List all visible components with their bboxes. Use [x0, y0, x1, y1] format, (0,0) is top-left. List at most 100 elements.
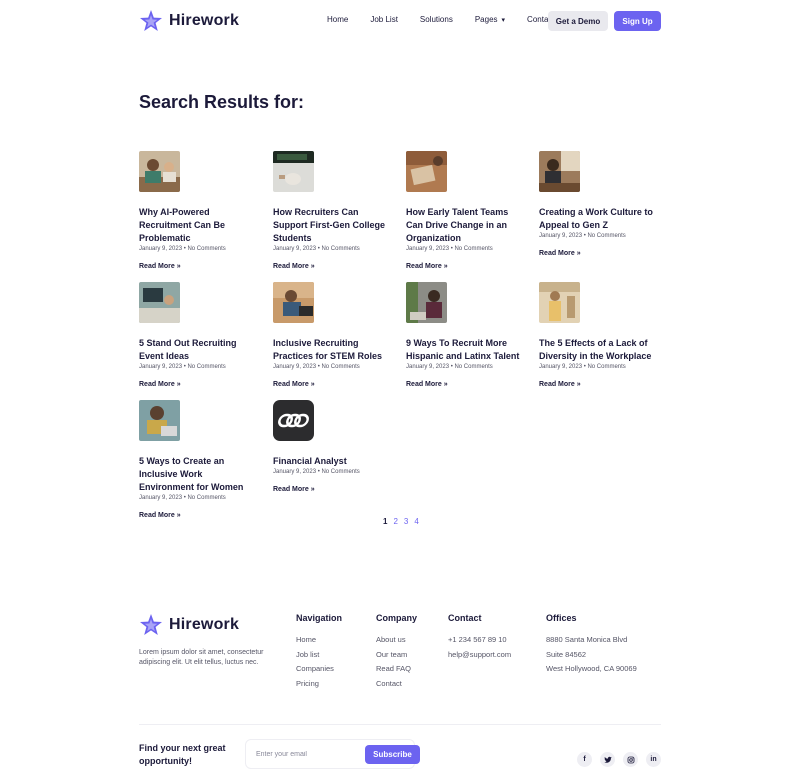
- footer-link-pricing[interactable]: Pricing: [296, 677, 342, 692]
- brand-name: Hirework: [169, 12, 240, 29]
- read-more-link[interactable]: Read More »: [539, 381, 581, 388]
- footer-logo[interactable]: Hirework: [139, 613, 239, 637]
- nav-solutions[interactable]: Solutions: [420, 15, 453, 24]
- nav-pages[interactable]: Pages ▾: [475, 15, 505, 24]
- facebook-icon[interactable]: f: [577, 752, 592, 767]
- result-title[interactable]: Why AI-Powered Recruitment Can Be Proble…: [139, 206, 259, 245]
- result-card: The 5 Effects of a Lack of Diversity in …: [539, 282, 659, 391]
- result-meta: January 9, 2023 • No Comments: [539, 233, 626, 239]
- get-demo-button[interactable]: Get a Demo: [548, 11, 608, 31]
- result-title[interactable]: Financial Analyst: [273, 455, 393, 468]
- social-links: f in: [577, 752, 661, 767]
- result-meta: January 9, 2023 • No Comments: [406, 246, 493, 252]
- page-3[interactable]: 3: [404, 517, 408, 526]
- pagination: 1 2 3 4: [383, 517, 419, 526]
- result-meta: January 9, 2023 • No Comments: [273, 469, 360, 475]
- twitter-icon[interactable]: [600, 752, 615, 767]
- workspace-photo-thumbnail[interactable]: [139, 282, 180, 323]
- brand-logo[interactable]: Hirework: [139, 9, 239, 33]
- office-photo-thumbnail[interactable]: [539, 151, 580, 192]
- result-meta: January 9, 2023 • No Comments: [139, 364, 226, 370]
- footer-offices: Offices 8880 Santa Monica Blvd Suite 845…: [546, 613, 637, 677]
- footer-divider: [139, 724, 661, 725]
- result-meta: January 9, 2023 • No Comments: [139, 246, 226, 252]
- star-logo-icon: [140, 10, 162, 31]
- footer-link-about-us[interactable]: About us: [376, 633, 417, 648]
- result-meta: January 9, 2023 • No Comments: [139, 495, 226, 501]
- result-card: Inclusive Recruiting Practices for STEM …: [273, 282, 393, 391]
- engineer-photo-thumbnail[interactable]: [273, 282, 314, 323]
- read-more-link[interactable]: Read More »: [139, 263, 181, 270]
- result-title[interactable]: 9 Ways To Recruit More Hispanic and Lati…: [406, 337, 526, 363]
- laptop-photo-thumbnail[interactable]: [273, 151, 314, 192]
- desk-photo-thumbnail[interactable]: [406, 151, 447, 192]
- kitchen-photo-thumbnail[interactable]: [539, 282, 580, 323]
- meeting-photo-thumbnail[interactable]: [406, 282, 447, 323]
- read-more-link[interactable]: Read More »: [273, 486, 315, 493]
- result-card: How Recruiters Can Support First-Gen Col…: [273, 151, 393, 273]
- nav-home[interactable]: Home: [327, 15, 348, 24]
- footer-email[interactable]: help@support.com: [448, 648, 511, 663]
- result-title[interactable]: 5 Stand Out Recruiting Event Ideas: [139, 337, 259, 363]
- main-nav: Home Job List Solutions Pages ▾ Contact: [327, 15, 577, 24]
- sign-up-button[interactable]: Sign Up: [614, 11, 661, 31]
- result-card: Financial Analyst January 9, 2023 • No C…: [273, 400, 393, 496]
- result-card: Why AI-Powered Recruitment Can Be Proble…: [139, 151, 259, 273]
- linkedin-icon[interactable]: in: [646, 752, 661, 767]
- office-address-line: Suite 84562: [546, 649, 587, 659]
- result-card: Creating a Work Culture to Appeal to Gen…: [539, 151, 659, 260]
- site-header: Hirework Home Job List Solutions Pages ▾…: [0, 0, 800, 42]
- office-address-line: 8880 Santa Monica Blvd: [546, 635, 628, 644]
- read-more-link[interactable]: Read More »: [406, 263, 448, 270]
- page-2[interactable]: 2: [393, 517, 397, 526]
- people-photo-thumbnail[interactable]: [139, 151, 180, 192]
- result-card: 5 Stand Out Recruiting Event Ideas Janua…: [139, 282, 259, 391]
- result-meta: January 9, 2023 • No Comments: [539, 364, 626, 370]
- footer-link-our-team[interactable]: Our team: [376, 648, 417, 663]
- brand-name: Hirework: [169, 616, 240, 633]
- subscribe-button[interactable]: Subscribe: [365, 745, 420, 764]
- page-4[interactable]: 4: [414, 517, 418, 526]
- result-card: 9 Ways To Recruit More Hispanic and Lati…: [406, 282, 526, 391]
- instagram-icon[interactable]: [623, 752, 638, 767]
- nav-job-list[interactable]: Job List: [370, 15, 398, 24]
- footer-link-companies[interactable]: Companies: [296, 662, 342, 677]
- footer-navigation: Navigation Home Job list Companies Prici…: [296, 613, 342, 692]
- footer-link-faq[interactable]: Read FAQ: [376, 662, 417, 677]
- page-1[interactable]: 1: [383, 517, 387, 526]
- footer-phone[interactable]: +1 234 567 89 10: [448, 633, 511, 648]
- read-more-link[interactable]: Read More »: [539, 250, 581, 257]
- result-meta: January 9, 2023 • No Comments: [406, 364, 493, 370]
- footer-heading: Contact: [448, 613, 482, 623]
- result-meta: January 9, 2023 • No Comments: [273, 364, 360, 370]
- read-more-link[interactable]: Read More »: [273, 263, 315, 270]
- result-card: 5 Ways to Create an Inclusive Work Envir…: [139, 400, 259, 522]
- footer-link-contact[interactable]: Contact: [376, 677, 417, 692]
- nav-pages-label: Pages: [474, 15, 498, 24]
- page-title: Search Results for:: [139, 92, 305, 112]
- result-title[interactable]: Inclusive Recruiting Practices for STEM …: [273, 337, 393, 363]
- result-meta: January 9, 2023 • No Comments: [273, 246, 360, 252]
- result-title[interactable]: Creating a Work Culture to Appeal to Gen…: [539, 206, 659, 232]
- footer-link-home[interactable]: Home: [296, 633, 342, 648]
- office-address-line: West Hollywood, CA 90069: [546, 664, 637, 674]
- chevron-down-icon: ▾: [501, 16, 506, 24]
- result-title[interactable]: The 5 Effects of a Lack of Diversity in …: [539, 337, 659, 363]
- read-more-link[interactable]: Read More »: [406, 381, 448, 388]
- result-title[interactable]: How Early Talent Teams Can Drive Change …: [406, 206, 526, 245]
- footer-contact: Contact +1 234 567 89 10 help@support.co…: [448, 613, 511, 662]
- footer-heading: Company: [376, 613, 418, 623]
- read-more-link[interactable]: Read More »: [139, 381, 181, 388]
- woman-laptop-photo-thumbnail[interactable]: [139, 400, 180, 441]
- footer-link-job-list[interactable]: Job list: [296, 648, 342, 663]
- star-logo-icon: [140, 614, 162, 635]
- result-card: How Early Talent Teams Can Drive Change …: [406, 151, 526, 273]
- result-title[interactable]: How Recruiters Can Support First-Gen Col…: [273, 206, 393, 245]
- read-more-link[interactable]: Read More »: [273, 381, 315, 388]
- newsletter-label: Find your next great opportunity!: [139, 743, 226, 766]
- footer-about: Lorem ipsum dolor sit amet, consectetur …: [139, 649, 264, 666]
- read-more-link[interactable]: Read More »: [139, 512, 181, 519]
- result-title[interactable]: 5 Ways to Create an Inclusive Work Envir…: [139, 455, 259, 494]
- company-logo-icon[interactable]: [273, 400, 314, 441]
- footer-company: Company About us Our team Read FAQ Conta…: [376, 613, 417, 692]
